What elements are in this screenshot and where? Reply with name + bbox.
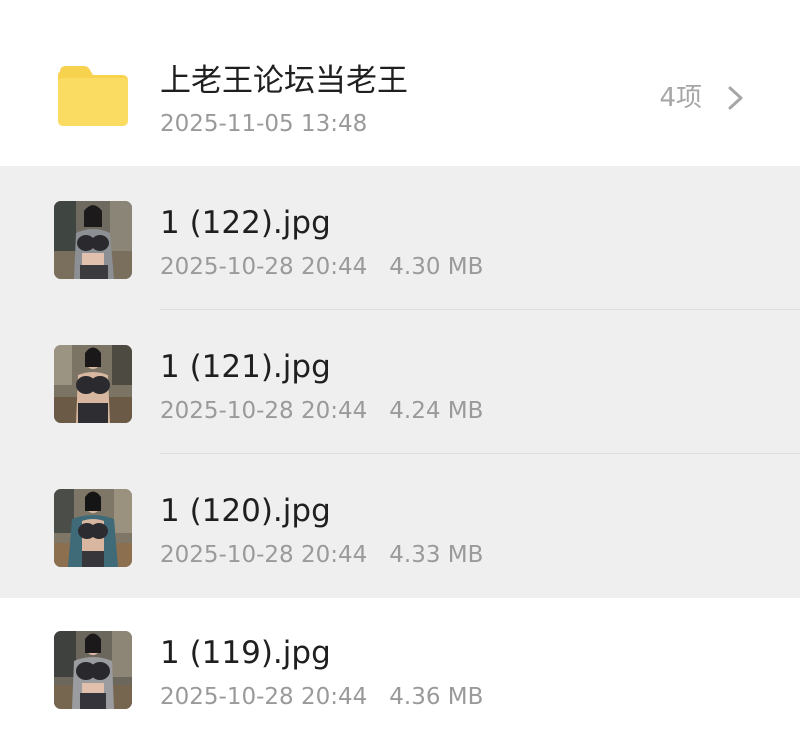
file-size: 4.36 MB [389,684,484,710]
chevron-right-icon [728,86,743,110]
file-row[interactable]: 1 (120).jpg 2025-10-28 20:44 4.33 MB [0,454,800,598]
folder-name: 上老王论坛当老王 [160,63,408,99]
folder-item-count: 4项 [659,83,702,113]
image-thumbnail [54,345,132,423]
file-row[interactable]: 1 (119).jpg 2025-10-28 20:44 4.36 MB [0,598,800,730]
file-row[interactable]: 1 (122).jpg 2025-10-28 20:44 4.30 MB [0,166,800,310]
file-name: 1 (122).jpg [160,205,331,241]
file-list: 上老王论坛当老王 2025-11-05 13:48 4项 1 (122).jpg… [0,0,800,730]
file-size: 4.33 MB [389,542,484,568]
file-size: 4.24 MB [389,398,484,424]
file-name: 1 (120).jpg [160,493,331,529]
file-date: 2025-10-28 20:44 [160,254,368,280]
file-name: 1 (119).jpg [160,635,331,671]
image-thumbnail [54,631,132,709]
file-size: 4.30 MB [389,254,484,280]
file-date: 2025-10-28 20:44 [160,542,368,568]
image-thumbnail [54,201,132,279]
file-date: 2025-10-28 20:44 [160,398,368,424]
file-meta: 2025-10-28 20:44 4.33 MB [160,541,483,569]
folder-icon [58,66,128,126]
file-meta: 2025-10-28 20:44 4.24 MB [160,397,483,425]
folder-row[interactable]: 上老王论坛当老王 2025-11-05 13:48 4项 [0,0,800,166]
file-name: 1 (121).jpg [160,349,331,385]
image-thumbnail [54,489,132,567]
folder-date: 2025-11-05 13:48 [160,111,368,137]
file-meta: 2025-10-28 20:44 4.36 MB [160,683,483,711]
file-date: 2025-10-28 20:44 [160,684,368,710]
file-row[interactable]: 1 (121).jpg 2025-10-28 20:44 4.24 MB [0,310,800,454]
file-meta: 2025-10-28 20:44 4.30 MB [160,253,483,281]
